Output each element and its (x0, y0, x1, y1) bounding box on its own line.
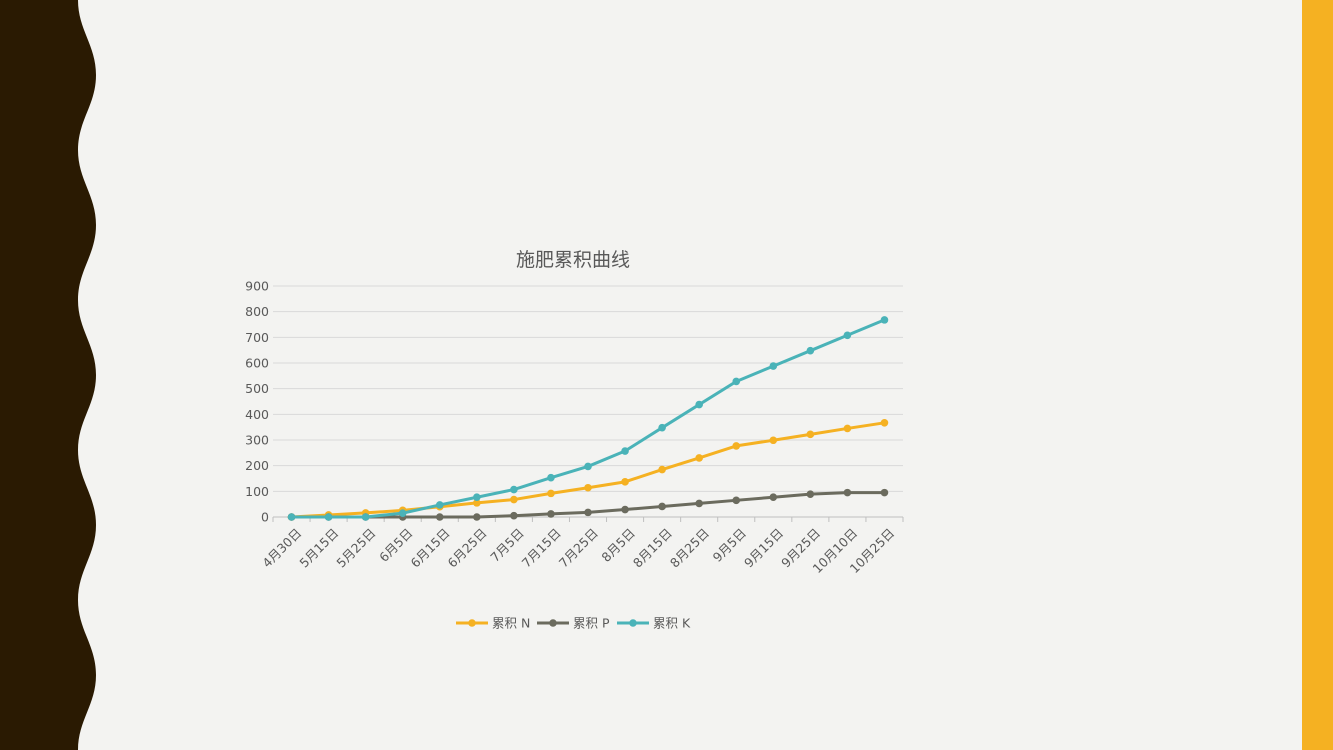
data-point (695, 499, 703, 508)
data-point (880, 419, 889, 427)
data-point (435, 513, 444, 521)
y-tick-label: 900 (245, 279, 269, 294)
legend-label: 累积 P (573, 616, 610, 631)
data-point (621, 505, 629, 514)
data-point (547, 473, 555, 482)
data-point (658, 502, 666, 511)
data-point (361, 513, 370, 521)
data-point (732, 442, 741, 450)
gridlines (273, 285, 903, 518)
legend: 累积 N 累积 P 累积 K (456, 616, 691, 631)
data-point (843, 488, 852, 497)
data-point (510, 495, 518, 504)
data-point (547, 510, 555, 518)
data-point (843, 424, 852, 433)
x-tick-label: 9月15日 (741, 525, 786, 570)
data-point (806, 430, 815, 439)
y-tick-label: 400 (245, 407, 269, 422)
data-point (510, 511, 518, 520)
data-point (843, 331, 852, 340)
x-tick-label: 7月15日 (519, 525, 564, 570)
data-point (473, 513, 481, 521)
data-point (584, 508, 592, 517)
legend-label: 累积 N (492, 616, 530, 631)
series-group (287, 316, 889, 521)
y-tick-label: 100 (245, 484, 269, 499)
x-axis: 4月30日5月15日5月25日6月5日6月15日6月25日7月5日7月15日7月… (259, 517, 904, 576)
data-point (880, 488, 889, 497)
data-point (769, 436, 778, 445)
y-tick-label: 800 (245, 304, 269, 319)
legend-marker (629, 619, 637, 627)
legend-item: 累积 N (456, 616, 530, 631)
data-point (547, 489, 555, 498)
data-point (398, 509, 407, 517)
x-tick-label: 5月25日 (333, 525, 378, 570)
y-tick-label: 0 (261, 510, 269, 525)
data-point (658, 423, 666, 432)
data-point (473, 493, 481, 502)
y-tick-label: 600 (245, 356, 269, 371)
data-point (732, 377, 741, 386)
data-point (435, 501, 444, 509)
x-tick-label: 6月25日 (445, 525, 490, 570)
y-tick-label: 200 (245, 458, 269, 473)
data-point (769, 362, 778, 370)
data-point (806, 490, 815, 498)
y-tick-label: 500 (245, 381, 269, 396)
line-chart: 施肥累积曲线 0 100 200 300 400 500 600 700 800 900 4月30… (245, 249, 904, 631)
legend-marker (468, 619, 476, 627)
data-point (621, 478, 629, 486)
y-tick-label: 700 (245, 330, 269, 345)
x-tick-label: 4月30日 (259, 525, 304, 570)
data-point (584, 483, 592, 492)
data-point (695, 454, 703, 462)
legend-marker (549, 619, 557, 627)
data-point (806, 346, 815, 355)
data-point (621, 447, 629, 455)
data-point (695, 400, 703, 409)
x-tick-label: 8月25日 (667, 525, 712, 570)
data-point (324, 513, 333, 521)
y-axis-ticks: 0 100 200 300 400 500 600 700 800 900 (245, 279, 269, 525)
legend-label: 累积 K (653, 616, 691, 631)
data-point (658, 465, 666, 474)
y-tick-label: 300 (245, 433, 269, 448)
data-point (769, 493, 778, 502)
x-tick-label: 6月15日 (408, 525, 453, 570)
legend-item: 累积 K (617, 616, 691, 631)
data-point (510, 485, 518, 494)
data-point (584, 462, 592, 471)
x-tick-label: 5月15日 (296, 525, 341, 570)
x-tick-label: 8月15日 (630, 525, 675, 570)
x-tick-label: 7月25日 (556, 525, 601, 570)
data-point (287, 513, 296, 521)
data-point (732, 496, 741, 505)
chart-title: 施肥累积曲线 (516, 249, 630, 271)
legend-item: 累积 P (537, 616, 610, 631)
data-point (880, 316, 889, 324)
